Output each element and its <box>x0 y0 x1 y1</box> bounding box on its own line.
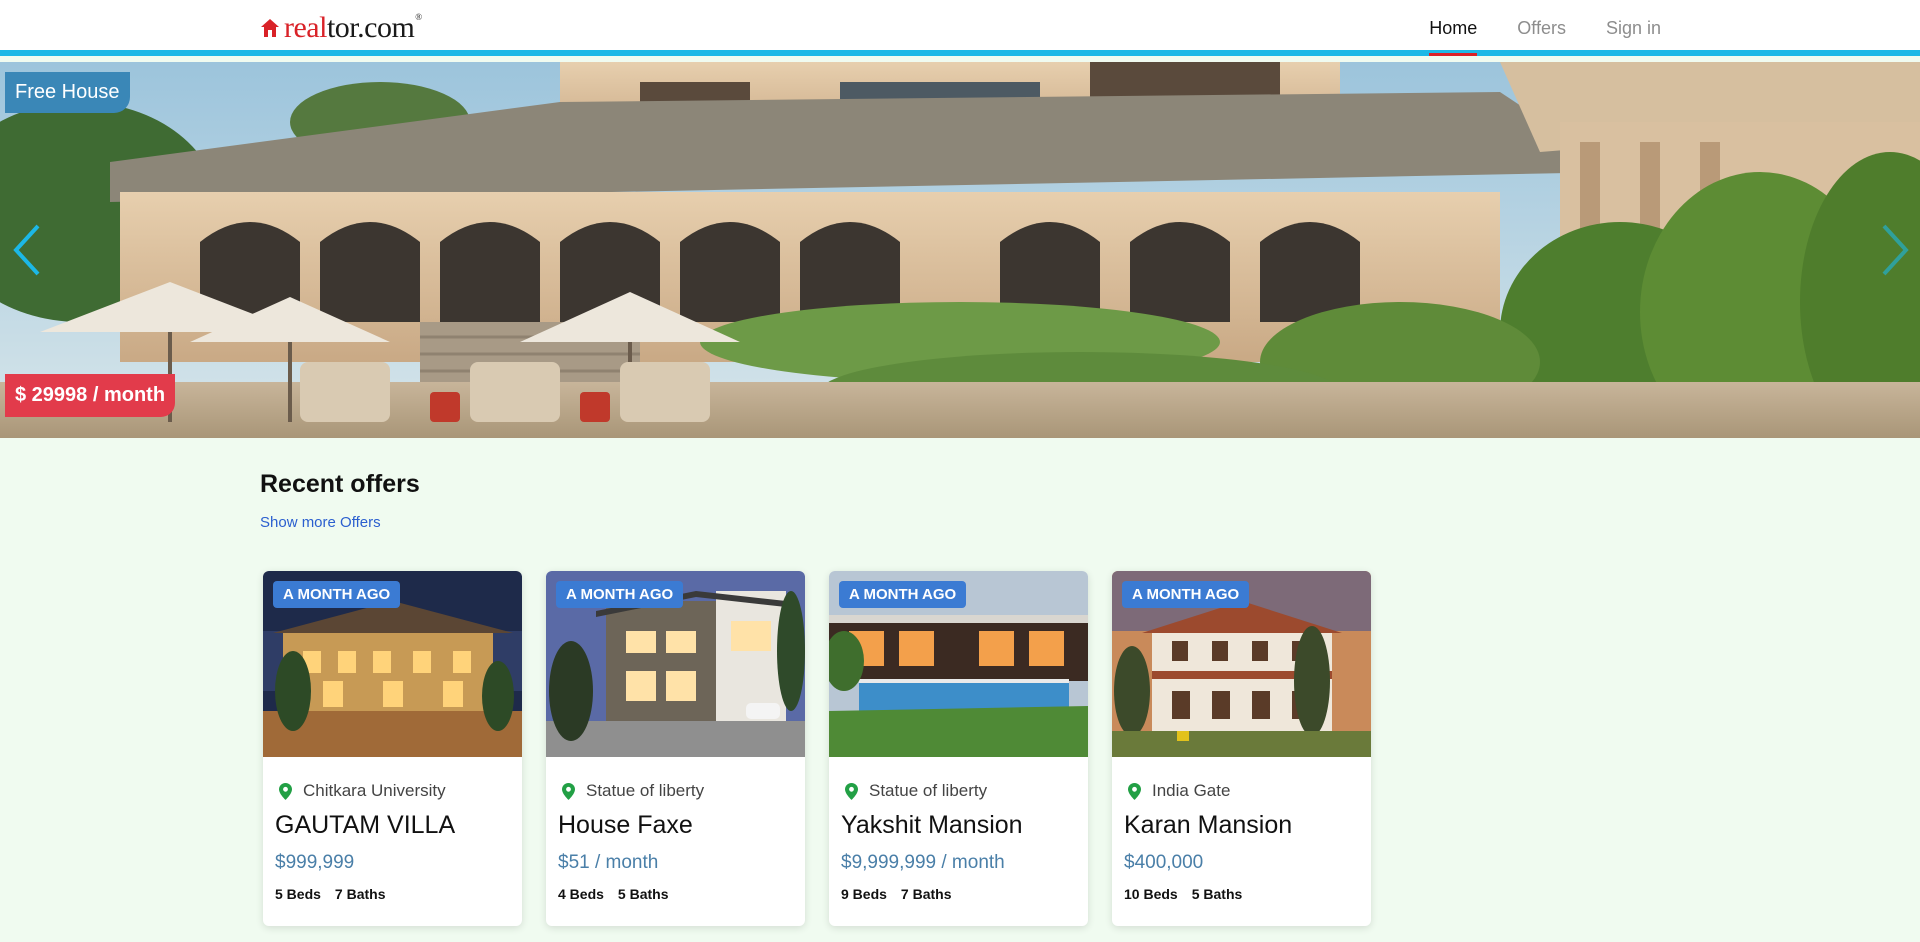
offer-card-title: Yakshit Mansion <box>841 811 1023 839</box>
hero-house-image <box>0 62 1920 438</box>
offer-card[interactable]: A MONTH AGO Chitkara University GAUTAM V… <box>263 571 522 926</box>
offer-card-specs: 4 Beds 5 Baths <box>558 886 793 902</box>
offer-card-baths: 7 Baths <box>334 886 386 902</box>
offer-card-price: $400,000 <box>1124 852 1204 873</box>
hero-free-house-tag: Free House <box>5 72 130 113</box>
offer-card-specs: 10 Beds 5 Baths <box>1124 886 1359 902</box>
offer-card-specs: 9 Beds 7 Baths <box>841 886 1076 902</box>
offer-card-badge: A MONTH AGO <box>839 581 967 608</box>
realtor-logo[interactable]: realtor.com® <box>260 13 422 43</box>
offer-card-baths: 7 Baths <box>900 886 952 902</box>
offer-card-title: Karan Mansion <box>1124 811 1293 839</box>
offer-card-title: GAUTAM VILLA <box>275 811 456 839</box>
offer-card-beds: 9 Beds <box>841 886 887 902</box>
main-nav: Home Offers Sign in <box>1429 0 1661 56</box>
logo-trademark: ® <box>415 12 422 22</box>
top-navbar: realtor.com® Home Offers Sign in <box>0 0 1920 56</box>
location-pin-icon <box>279 782 292 800</box>
carousel-prev-arrow-icon[interactable] <box>10 220 44 280</box>
logo-text-real: real <box>284 11 327 44</box>
offer-card-price: $999,999 <box>275 852 355 873</box>
offer-card-price: $9,999,999 / month <box>841 852 1005 873</box>
offer-card-beds: 4 Beds <box>558 886 604 902</box>
offer-card-badge: A MONTH AGO <box>556 581 684 608</box>
offer-card-specs: 5 Beds 7 Baths <box>275 886 510 902</box>
offer-card-location: Statue of liberty <box>558 781 793 801</box>
offer-card-badge: A MONTH AGO <box>1122 581 1250 608</box>
offer-card-price: $51 / month <box>558 852 659 873</box>
offers-card-list: A MONTH AGO Chitkara University GAUTAM V… <box>263 571 1371 926</box>
nav-sign-in[interactable]: Sign in <box>1606 0 1661 56</box>
nav-home[interactable]: Home <box>1429 0 1478 56</box>
hero-carousel: Free House $ 29998 / month <box>0 62 1920 438</box>
location-pin-icon <box>1128 782 1141 800</box>
house-logo-icon <box>261 19 279 37</box>
offer-card-baths: 5 Baths <box>617 886 669 902</box>
offer-card-location-text: Statue of liberty <box>586 781 705 800</box>
offer-card-location: Chitkara University <box>275 781 510 801</box>
offer-card-baths: 5 Baths <box>1191 886 1243 902</box>
offer-card[interactable]: A MONTH AGO India Gate Karan Mansion $40… <box>1112 571 1371 926</box>
hero-price-badge: $ 29998 / month <box>5 374 176 417</box>
offer-card[interactable]: A MONTH AGO Statue of liberty Yakshit Ma… <box>829 571 1088 926</box>
offer-card-location-text: Chitkara University <box>303 781 446 800</box>
offer-card-location: India Gate <box>1124 781 1359 801</box>
location-pin-icon <box>562 782 575 800</box>
offer-card-location: Statue of liberty <box>841 781 1076 801</box>
offer-card-beds: 5 Beds <box>275 886 321 902</box>
offer-card-title: House Faxe <box>558 811 693 839</box>
offer-card-beds: 10 Beds <box>1124 886 1178 902</box>
location-pin-icon <box>845 782 858 800</box>
offer-card-location-text: Statue of liberty <box>869 781 988 800</box>
offer-card-badge: A MONTH AGO <box>273 581 401 608</box>
offer-card[interactable]: A MONTH AGO Statue of liberty House Faxe… <box>546 571 805 926</box>
offer-card-location-text: India Gate <box>1152 781 1231 800</box>
show-more-offers-link[interactable]: Show more Offers <box>260 514 381 531</box>
carousel-next-arrow-icon[interactable] <box>1878 220 1912 280</box>
nav-offers[interactable]: Offers <box>1517 0 1566 56</box>
recent-offers-title: Recent offers <box>260 470 420 498</box>
logo-text-tor: tor.com <box>326 11 415 44</box>
